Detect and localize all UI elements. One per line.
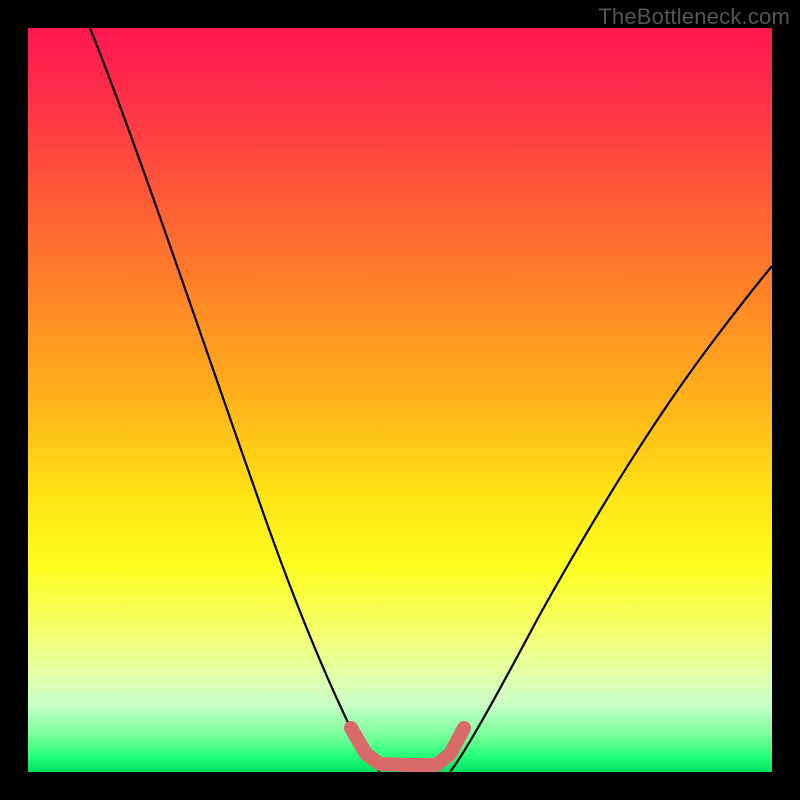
chart-plot-area xyxy=(28,28,772,772)
right-curve xyxy=(450,266,772,772)
chart-svg xyxy=(28,28,772,772)
valley-marker xyxy=(351,728,464,765)
watermark-text: TheBottleneck.com xyxy=(598,4,790,30)
left-curve xyxy=(90,28,380,772)
